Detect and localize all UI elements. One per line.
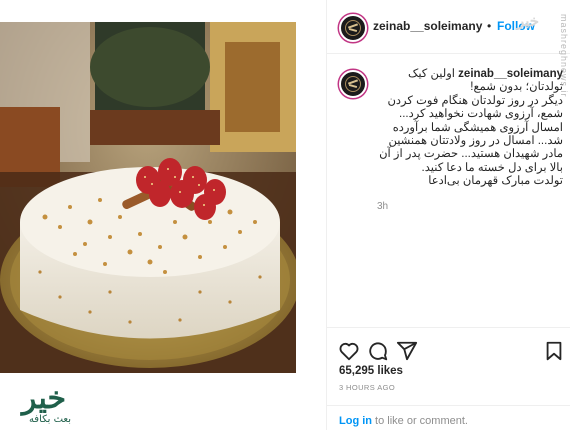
caption-line-3: شمع، آرزوی شهادت نخواهید کرد... [399, 108, 563, 121]
comment-icon[interactable] [367, 340, 389, 362]
post-photo[interactable] [0, 22, 296, 373]
post-panel: zeinab__soleimany • Follow خبر mashreghn… [326, 0, 570, 430]
logo-sub: بعث بکافه [29, 414, 71, 425]
cake-image [0, 22, 296, 373]
caption-avatar[interactable] [339, 70, 367, 98]
post-caption: zeinab__soleimany اولین کیک تولدتان؛ بدو… [369, 68, 563, 189]
caption-line-7: بالا برای دل خسته ما دعا کنید. [421, 161, 563, 174]
logo-mark: خیر بعث بکافه [20, 381, 71, 425]
caption-line-0: zeinab__soleimany اولین کیک [408, 68, 563, 80]
watermark-top: خبر [517, 13, 540, 30]
caption-line-2: دیگر در روز تولدتان هنگام فوت کردن [387, 94, 563, 107]
caption-line-4: امسال آرزوی همیشگی شما برآورده [392, 121, 563, 134]
caption-line-8: تولدت مبارک قهرمان بی‌ادعا [428, 175, 563, 188]
caption-username[interactable]: zeinab__soleimany [458, 68, 563, 80]
caption-time: 3h [377, 201, 389, 212]
heart-icon[interactable] [338, 340, 360, 362]
post-timestamp: 3 HOURS AGO [339, 383, 396, 392]
likes-count[interactable]: 65,295 likes [339, 365, 403, 377]
login-rest: to like or comment. [372, 415, 468, 427]
share-icon[interactable] [396, 340, 418, 362]
caption-line-5: شد... امسال در روز ولادتتان همنشین [388, 135, 563, 148]
post-header: zeinab__soleimany • Follow خبر mashreghn… [327, 0, 570, 98]
header-dot: • [487, 19, 492, 33]
login-link[interactable]: Log in [339, 415, 372, 427]
caption-line-6: مادر شهیدان هستید... حضرت پدر از آن [379, 148, 563, 161]
header-username[interactable]: zeinab__soleimany [373, 19, 482, 33]
logo-main: خیر [20, 381, 66, 416]
login-bar: Log in to like or comment. [327, 405, 570, 431]
avatar[interactable] [339, 14, 367, 42]
site-logo: خیر بعث بکافه [4, 378, 82, 426]
login-prompt: Log in to like or comment. [339, 415, 468, 427]
bookmark-icon[interactable] [543, 340, 565, 362]
caption-line-1: تولدتان؛ بدون شمع! [470, 81, 563, 94]
